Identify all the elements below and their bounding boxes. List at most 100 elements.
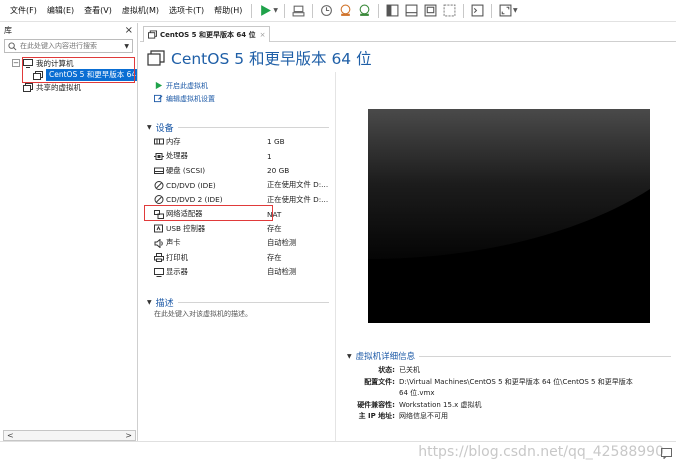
display-icon [154,267,164,277]
device-row[interactable]: 内存 1 GB [154,135,336,148]
tree-item-label: 共享的虚拟机 [36,82,81,92]
search-dropdown-icon[interactable]: ▼ [124,43,129,50]
page-title: CentOS 5 和更早版本 64 位 [171,50,372,68]
collapse-icon[interactable]: − [12,59,20,67]
vm-title-row: CentOS 5 和更早版本 64 位 [147,46,372,70]
snapshot-manager-icon[interactable] [356,2,373,19]
menu-tabs[interactable]: 选项卡(T) [164,0,209,22]
toolbar-separator [491,3,493,18]
section-divider [177,127,329,128]
tab-centos5[interactable]: CentOS 5 和更早版本 64 位 × [143,26,271,42]
device-value: 存在 [267,252,282,262]
device-name: 处理器 [154,151,267,161]
settings-edit-icon [154,94,163,103]
scroll-right-icon[interactable]: > [125,431,132,440]
status-bar: https://blog.csdn.net/qq_42588990 [0,441,676,464]
cdrom-icon [154,195,164,204]
sidebar-toggle-icon[interactable] [384,2,401,19]
menu-bar: 文件(F) 编辑(E) 查看(V) 虚拟机(M) 选项卡(T) 帮助(H) ▼ … [0,0,676,22]
message-icon[interactable] [661,448,672,459]
library-search-input[interactable] [20,42,120,50]
device-name: 内存 [154,137,267,147]
library-horizontal-scrollbar[interactable]: < > [3,430,136,441]
sound-icon [154,238,163,248]
device-value: 1 GB [267,137,285,146]
vm-summary-panel: 开启此虚拟机 编辑虚拟机设置 ▼ 设备 内存 1 GB 处理器 1 硬盘 (SCSI) 2… [140,72,336,441]
device-value: 自动检测 [267,267,297,276]
vm-screen-thumbnail[interactable] [368,109,650,323]
edit-vm-settings-link[interactable]: 编辑虚拟机设置 [154,93,215,104]
power-on-icon[interactable] [257,2,274,19]
printer-icon [154,253,164,262]
device-value: 自动检测 [267,238,297,247]
device-name: 显示器 [154,267,267,277]
device-value: 1 [267,151,272,161]
vm-icon [147,50,165,66]
section-divider [419,355,671,357]
toolbar-separator [378,3,380,18]
library-header: 库 × [0,23,137,38]
collapse-triangle-icon[interactable]: ▼ [147,124,152,131]
device-row[interactable]: 处理器 1 [154,150,336,163]
menu-vm[interactable]: 虚拟机(M) [117,0,164,22]
power-on-vm-link[interactable]: 开启此虚拟机 [154,80,208,91]
harddisk-icon [154,167,164,174]
device-value: 正在使用文件 D:... [267,194,329,204]
thumbnail-bar-icon[interactable] [403,2,420,19]
fullscreen-icon[interactable] [441,2,458,19]
device-row[interactable]: 声卡 自动检测 [154,237,336,250]
tab-close-icon[interactable]: × [260,31,266,39]
menu-help[interactable]: 帮助(H) [209,0,247,22]
power-dropdown-icon[interactable]: ▼ [273,7,278,14]
collapse-triangle-icon[interactable]: ▼ [347,353,352,360]
collapse-triangle-icon[interactable]: ▼ [147,299,152,306]
device-row[interactable]: 硬盘 (SCSI) 20 GB [154,164,336,177]
watermark: https://blog.csdn.net/qq_42588990 [418,444,664,460]
processor-icon [154,152,164,160]
detail-row-ip: 主 IP 地址: 网络信息不可用 [358,412,448,420]
device-name: USB 控制器 [154,224,267,234]
stretch-view-icon[interactable] [497,2,514,19]
device-value: NAT [267,209,282,219]
revert-snapshot-icon[interactable] [337,2,354,19]
detail-row-compat: 硬件兼容性: Workstation 15.x 虚拟机 [357,401,482,409]
device-name: CD/DVD (IDE) [154,180,267,190]
scroll-left-icon[interactable]: < [7,431,14,440]
device-row[interactable]: CD/DVD (IDE) 正在使用文件 D:... [154,179,336,192]
device-value: 20 GB [267,166,290,175]
library-search[interactable]: ▼ [4,39,133,53]
vm-icon [148,30,157,39]
menu-view[interactable]: 查看(V) [79,0,117,22]
annotation-highlight-box [144,205,273,221]
description-placeholder[interactable]: 在此处键入对该虚拟机的描述。 [154,309,252,319]
tab-label: CentOS 5 和更早版本 64 位 [160,30,256,39]
memory-icon [154,138,164,145]
library-title: 库 [4,26,12,35]
device-row[interactable]: 打印机 存在 [154,251,336,264]
play-icon [155,81,163,90]
library-close-icon[interactable]: × [125,25,133,36]
send-keys-icon[interactable] [290,2,307,19]
description-section-header[interactable]: ▼ 描述 [147,296,329,309]
toolbar-separator [251,3,253,18]
devices-section-header[interactable]: ▼ 设备 [147,121,329,134]
detail-row-status: 状态: 已关机 [378,366,420,374]
device-value: 存在 [267,223,282,233]
detail-row-config-cont: 64 位.vmx [399,389,435,397]
menu-edit[interactable]: 编辑(E) [42,0,79,22]
snapshot-icon[interactable] [318,2,335,19]
device-row[interactable]: 显示器 自动检测 [154,266,336,279]
device-name: 硬盘 (SCSI) [154,166,267,176]
menu-file[interactable]: 文件(F) [0,0,42,22]
search-icon [8,41,17,50]
toolbar-separator [463,3,465,18]
console-view-icon[interactable] [422,2,439,19]
stretch-dropdown-icon[interactable]: ▼ [513,7,518,14]
cdrom-icon [154,180,164,190]
terminal-icon[interactable] [469,2,486,19]
library-pane: 库 × ▼ − 我的计算机 CentOS 5 和更早版本 64 共享的虚拟机 [0,23,138,441]
shared-vm-icon [23,82,33,92]
device-row[interactable]: USB 控制器 存在 [154,222,336,235]
vm-details-section-header[interactable]: ▼ 虚拟机详细信息 [347,350,671,362]
section-divider [177,302,329,303]
